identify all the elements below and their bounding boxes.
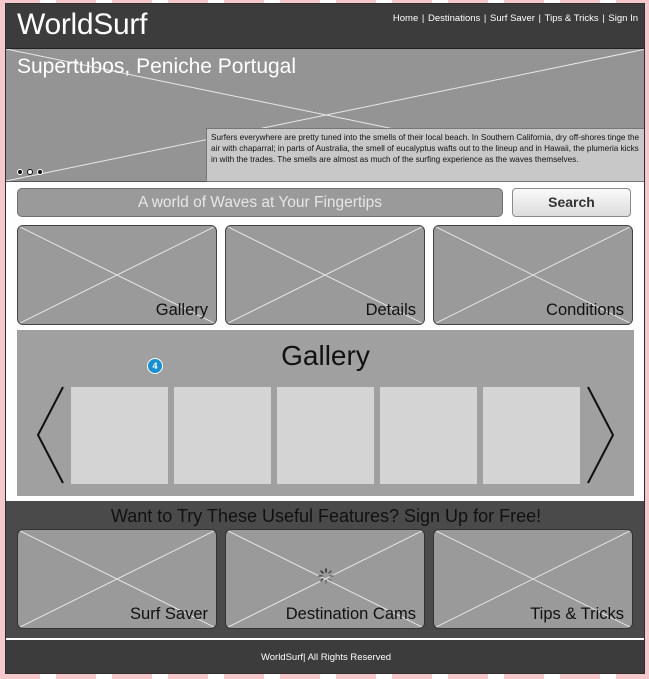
feature-label: Destination Cams (285, 605, 416, 623)
gallery-title: Gallery (281, 340, 370, 371)
nav-sign-in[interactable]: Sign In (608, 13, 638, 24)
gallery-thumbnail[interactable] (174, 387, 271, 484)
chevron-right-icon[interactable] (586, 385, 616, 485)
nav-separator: | (535, 13, 544, 24)
hero-title: Supertubos, Peniche Portugal (17, 55, 297, 78)
nav-separator: | (419, 13, 427, 24)
feature-destination-cams[interactable]: Destination Cams (225, 529, 425, 629)
loading-spinner-icon (318, 568, 334, 584)
gallery-thumbnail[interactable] (71, 387, 168, 484)
nav-separator: | (481, 13, 490, 24)
chevron-left-icon[interactable] (35, 385, 65, 485)
tile-label: Gallery (155, 301, 208, 319)
tile-details[interactable]: Details (225, 225, 425, 325)
main-nav: Home | Destinations | Surf Saver | Tips … (393, 13, 638, 24)
signup-section: Want to Try These Useful Features? Sign … (6, 501, 644, 638)
site-logo[interactable]: WorldSurf (17, 8, 147, 42)
nav-destinations[interactable]: Destinations (428, 13, 480, 24)
tile-label: Details (365, 301, 416, 319)
gallery-thumbnail[interactable] (483, 387, 580, 484)
search-input[interactable]: A world of Waves at Your Fingertips (17, 188, 503, 217)
notification-badge[interactable]: 4 (147, 358, 163, 374)
feature-label: Surf Saver (130, 605, 208, 623)
tile-label: Conditions (546, 301, 624, 319)
gallery-thumbnail[interactable] (277, 387, 374, 484)
site-footer: WorldSurf| All Rights Reserved (6, 640, 644, 673)
nav-home[interactable]: Home (393, 13, 418, 24)
slide-dot[interactable] (37, 169, 43, 175)
slide-indicators (17, 169, 43, 175)
page-frame: WorldSurf Home | Destinations | Surf Sav… (5, 3, 645, 674)
signup-heading: Want to Try These Useful Features? Sign … (110, 506, 542, 526)
site-header: WorldSurf Home | Destinations | Surf Sav… (6, 4, 644, 49)
tile-gallery[interactable]: Gallery (17, 225, 217, 325)
slide-dot[interactable] (17, 169, 23, 175)
feature-tips-tricks[interactable]: Tips & Tricks (433, 529, 633, 629)
slide-dot-active[interactable] (27, 169, 33, 175)
hero-description: Surfers everywhere are pretty tuned into… (206, 128, 644, 182)
tile-conditions[interactable]: Conditions (433, 225, 633, 325)
nav-separator: | (599, 13, 608, 24)
gallery-thumbnail[interactable] (380, 387, 477, 484)
hero-banner[interactable]: Supertubos, Peniche Portugal Surfers eve… (6, 49, 644, 182)
search-button[interactable]: Search (512, 188, 631, 217)
nav-surf-saver[interactable]: Surf Saver (490, 13, 535, 24)
feature-label: Tips & Tricks (530, 605, 624, 623)
gallery-panel: Gallery 4 (17, 330, 634, 496)
nav-tips-tricks[interactable]: Tips & Tricks (545, 13, 599, 24)
feature-surf-saver[interactable]: Surf Saver (17, 529, 217, 629)
